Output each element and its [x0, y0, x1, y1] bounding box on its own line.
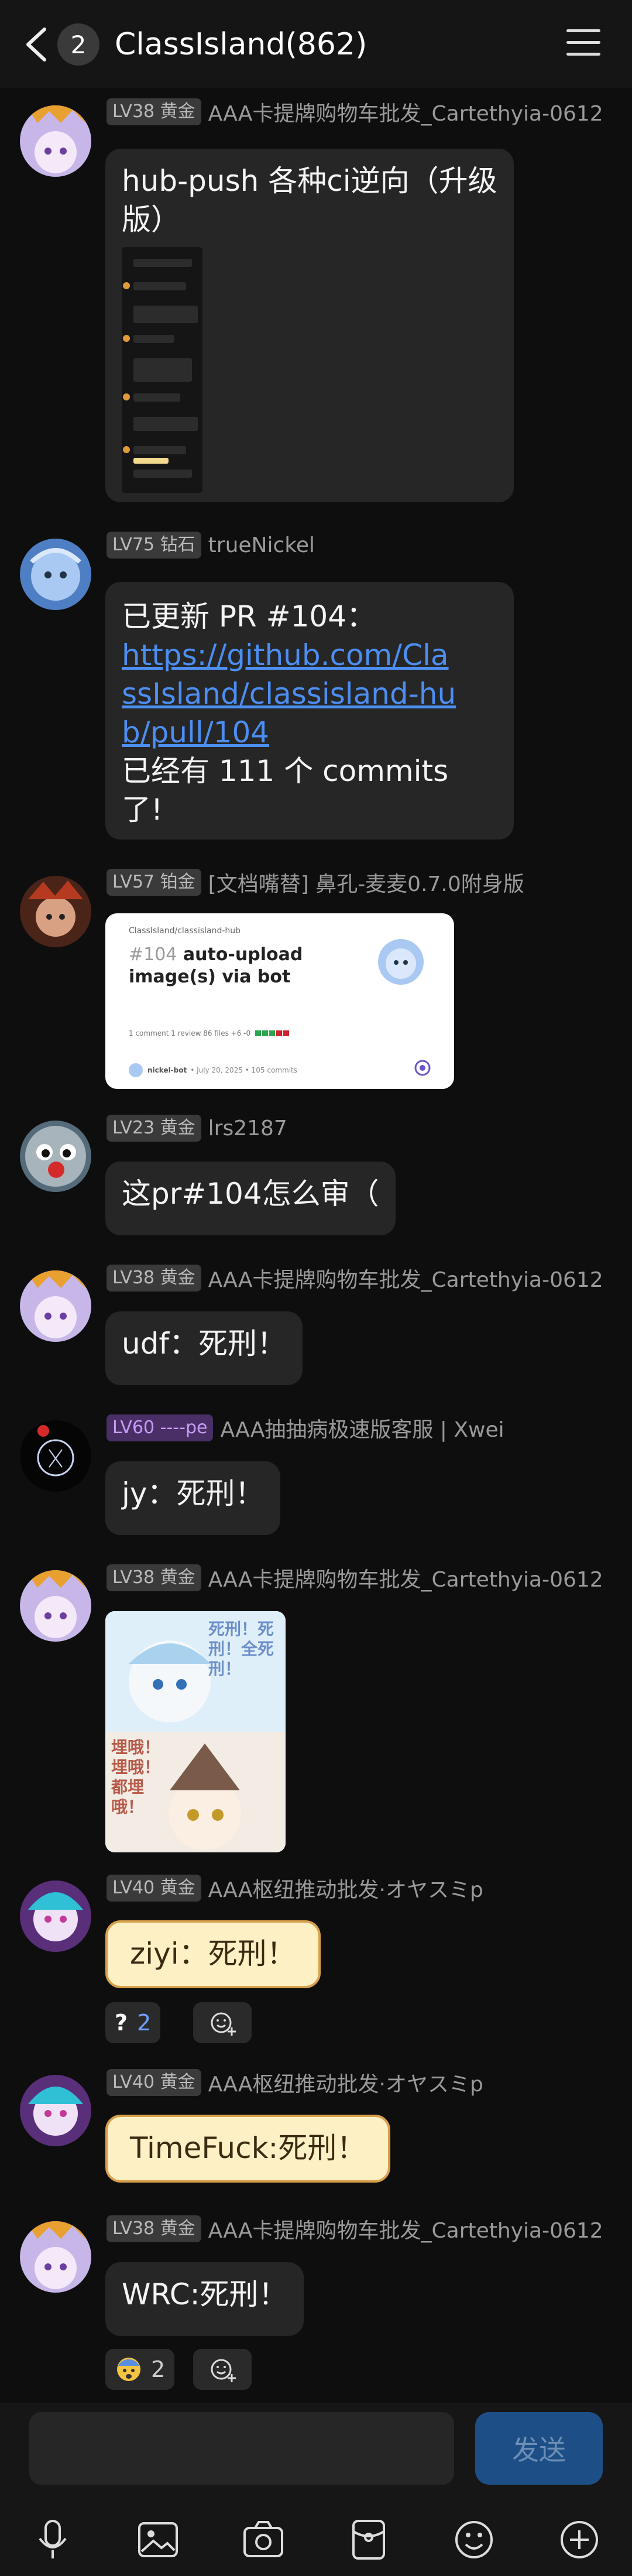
avatar[interactable] — [20, 105, 91, 177]
message-meta: LV60 ----pe AAA抽抽病极速版客服 | Xwei — [107, 1413, 504, 1443]
reaction-count: 2 — [151, 2356, 166, 2382]
message-meta: LV57 铂金 [文档嘴替] 鼻孔-麦麦0.7.0附身版 — [107, 869, 524, 896]
nickname[interactable]: [文档嘴替] 鼻孔-麦麦0.7.0附身版 — [208, 867, 524, 898]
message-text: 已经有 111 个 commits 了! — [122, 754, 449, 827]
message-meta: LV40 黄金 AAA枢纽推动批发·オヤスミp — [107, 2067, 483, 2098]
reaction-count: 2 — [137, 2010, 152, 2036]
message-meta: LV23 黄金 lrs2187 — [107, 1115, 287, 1142]
avatar[interactable] — [20, 1420, 91, 1492]
level-badge: LV38 黄金 — [107, 1564, 201, 1591]
avatar[interactable] — [20, 2075, 91, 2146]
message-meta: LV38 黄金 AAA卡提牌购物车批发_Cartethyia-0612 — [107, 97, 603, 127]
camera-icon[interactable] — [241, 2517, 286, 2562]
red-packet-icon[interactable] — [346, 2517, 391, 2562]
send-button[interactable]: 发送 — [475, 2412, 603, 2485]
avatar[interactable] — [20, 2221, 91, 2293]
nickname[interactable]: lrs2187 — [208, 1116, 287, 1140]
message-text: jy：死刑！ — [122, 1477, 265, 1510]
card-pr-number: #104 — [129, 944, 177, 965]
level-badge: LV57 铂金 — [107, 869, 201, 896]
level-badge: LV38 黄金 — [107, 1265, 201, 1292]
sticker-caption: 埋哦！埋哦！都埋哦！ — [111, 1738, 161, 1817]
nickname[interactable]: AAA卡提牌购物车批发_Cartethyia-0612 — [208, 1563, 603, 1593]
add-emoji-icon — [211, 2359, 236, 2382]
sticker-image[interactable]: 死刑！死刑！全死刑！ 埋哦！埋哦！都埋哦！ — [105, 1611, 286, 1852]
avatar[interactable] — [20, 1570, 91, 1642]
nickname[interactable]: AAA枢纽推动批发·オヤスミp — [208, 2067, 483, 2098]
message-text: ziyi：死刑！ — [130, 1937, 296, 1971]
message-text: WRC:死刑！ — [122, 2277, 288, 2311]
nickname[interactable]: AAA卡提牌购物车批发_Cartethyia-0612 — [208, 2214, 603, 2244]
add-emoji-icon — [211, 2012, 236, 2036]
level-badge: LV40 黄金 — [107, 1875, 201, 1902]
card-stats: 1 comment 1 review 86 files +6 -0 — [129, 1029, 290, 1037]
sticker-caption: 死刑！死刑！全死刑！ — [208, 1619, 274, 1678]
nickname[interactable]: trueNickel — [208, 533, 315, 557]
card-repo: ClassIsland/classisland-hub — [129, 926, 241, 936]
message-meta: LV38 黄金 AAA卡提牌购物车批发_Cartethyia-0612 — [107, 2214, 603, 2244]
message-meta: LV40 黄金 AAA枢纽推动批发·オヤスミp — [107, 1875, 483, 1902]
plus-icon[interactable] — [557, 2517, 602, 2562]
message-text: 已更新 PR #104： — [122, 600, 376, 633]
level-badge: LV60 ----pe — [107, 1414, 214, 1441]
message-meta: LV75 钻石 trueNickel — [107, 532, 315, 559]
message-text: udf：死刑！ — [122, 1327, 287, 1361]
reaction-question[interactable]: ? 2 — [105, 2002, 161, 2043]
message-meta: LV38 黄金 AAA卡提牌购物车批发_Cartethyia-0612 — [107, 1563, 603, 1593]
avatar[interactable] — [20, 1121, 91, 1192]
message-text: TimeFuck:死刑！ — [130, 2131, 366, 2165]
message-bubble[interactable]: WRC:死刑！ — [105, 2262, 304, 2336]
question-icon: ? — [115, 2010, 128, 2036]
reaction-fearful[interactable]: 2 — [105, 2349, 175, 2390]
nickname[interactable]: AAA卡提牌购物车批发_Cartethyia-0612 — [208, 97, 603, 127]
avatar[interactable] — [20, 1880, 91, 1952]
add-reaction-button[interactable] — [193, 2002, 252, 2043]
chat-title: ClassIsland(862) — [115, 27, 367, 62]
level-badge: LV38 黄金 — [107, 2215, 201, 2242]
chat-header: 2 ClassIsland(862) — [0, 0, 632, 88]
message-text: hub-push 各种ci逆向（升级版） — [122, 164, 497, 237]
github-link-card[interactable]: ClassIsland/classisland-hub #104 auto-up… — [105, 913, 454, 1089]
message-text: 这pr#104怎么审（ — [122, 1177, 379, 1211]
github-icon — [414, 1060, 431, 1076]
avatar[interactable] — [20, 539, 91, 610]
fearful-face-icon — [117, 2358, 140, 2381]
message-bubble[interactable]: ziyi：死刑！ — [105, 1920, 321, 1988]
message-bubble[interactable]: 已更新 PR #104： https://github.com/ClassIsl… — [105, 582, 514, 840]
level-badge: LV38 黄金 — [107, 98, 201, 125]
level-badge: LV23 黄金 — [107, 1115, 201, 1142]
message-bubble[interactable]: hub-push 各种ci逆向（升级版） — [105, 149, 514, 502]
message-bubble[interactable]: jy：死刑！ — [105, 1461, 281, 1535]
level-badge: LV40 黄金 — [107, 2069, 201, 2096]
input-bar: 发送 — [0, 2403, 632, 2500]
message-bubble[interactable]: udf：死刑！ — [105, 1311, 303, 1385]
menu-icon[interactable] — [566, 29, 600, 57]
avatar[interactable] — [20, 876, 91, 947]
nickname[interactable]: AAA枢纽推动批发·オヤスミp — [208, 1873, 483, 1903]
mic-icon[interactable] — [30, 2517, 75, 2562]
avatar[interactable] — [20, 1270, 91, 1342]
nickname[interactable]: AAA卡提牌购物车批发_Cartethyia-0612 — [208, 1263, 603, 1293]
message-bubble[interactable]: 这pr#104怎么审（ — [105, 1162, 396, 1235]
card-avatar — [378, 939, 424, 985]
nickname[interactable]: AAA抽抽病极速版客服 | Xwei — [220, 1413, 504, 1443]
bottom-toolbar — [0, 2500, 632, 2576]
card-footer: nickel-bot • July 20, 2025 • 105 commits — [129, 1063, 297, 1077]
unread-count-badge[interactable]: 2 — [57, 23, 99, 66]
message-input[interactable] — [29, 2412, 454, 2485]
back-arrow-icon[interactable] — [23, 26, 49, 63]
image-icon[interactable] — [136, 2517, 180, 2562]
level-badge: LV75 钻石 — [107, 532, 201, 559]
message-meta: LV38 黄金 AAA卡提牌购物车批发_Cartethyia-0612 — [107, 1265, 603, 1292]
pr-link[interactable]: https://github.com/ClassIsland/classisla… — [122, 636, 461, 752]
add-reaction-button[interactable] — [193, 2349, 252, 2390]
message-bubble[interactable]: TimeFuck:死刑！ — [105, 2115, 391, 2183]
emoji-icon[interactable] — [452, 2517, 496, 2562]
screenshot-thumbnail[interactable] — [122, 247, 202, 493]
